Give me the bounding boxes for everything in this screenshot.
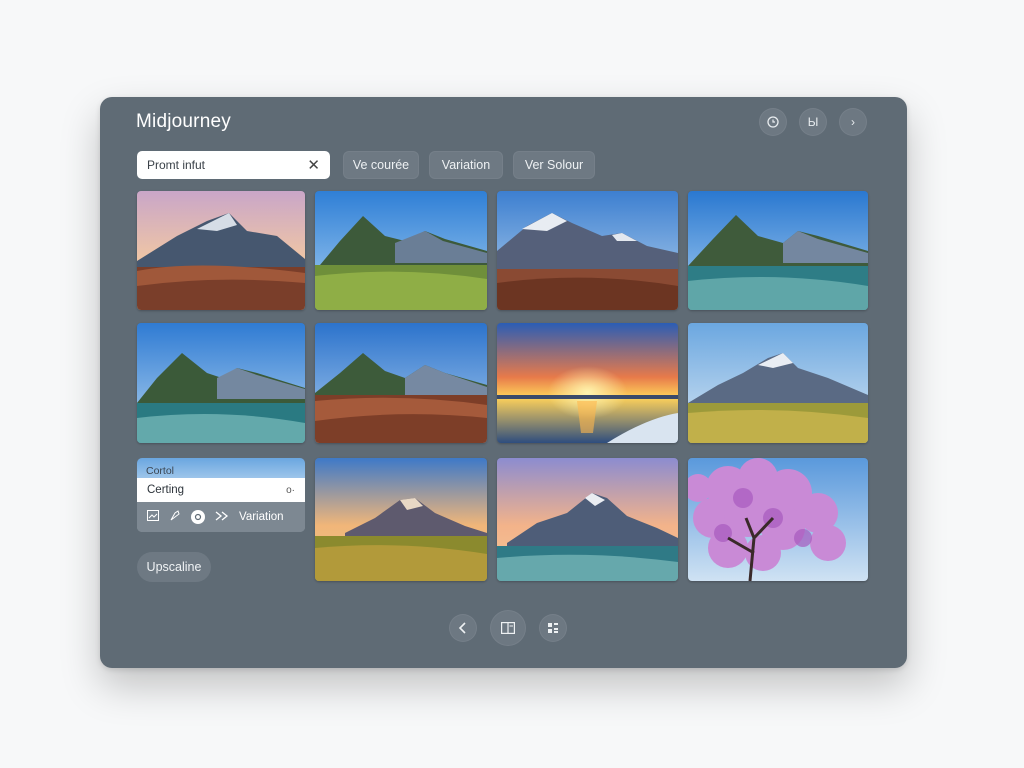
prompt-input[interactable] [147, 158, 297, 172]
chip-variation[interactable]: Variation [429, 151, 503, 179]
info-icon[interactable] [191, 510, 205, 524]
chevron-right-icon[interactable]: › [839, 108, 867, 136]
forward-icon[interactable] [215, 510, 229, 524]
image-tile[interactable] [315, 191, 487, 310]
image-tile[interactable] [315, 458, 487, 581]
image-tile[interactable] [497, 191, 678, 310]
chart-icon[interactable]: Ы [799, 108, 827, 136]
close-icon[interactable]: ✕ [307, 158, 320, 173]
image-tile[interactable] [688, 323, 868, 443]
clock-icon[interactable] [759, 108, 787, 136]
pagination-bar [449, 610, 567, 646]
layout-icon[interactable] [490, 610, 526, 646]
image-tile[interactable] [315, 323, 487, 443]
panel-label: Cortol [146, 465, 175, 477]
image-tile[interactable] [497, 458, 678, 581]
chevron-left-icon[interactable] [449, 614, 477, 642]
chip-ve-couree[interactable]: Ve courée [343, 151, 419, 179]
toggle-icon[interactable]: o· [286, 485, 295, 496]
grid-icon[interactable] [539, 614, 567, 642]
variation-action[interactable]: Variation [239, 511, 284, 523]
image-icon[interactable] [147, 510, 159, 524]
setting-field[interactable]: Certing o· [137, 478, 305, 502]
image-tile[interactable] [137, 191, 305, 310]
upscale-button[interactable]: Upscaline [137, 552, 211, 582]
app-title: Midjourney [136, 111, 231, 132]
setting-field-value: Certing [147, 484, 185, 496]
image-tile[interactable] [497, 323, 678, 443]
header-actions: Ы › [759, 108, 867, 136]
paint-icon[interactable] [169, 510, 181, 524]
panel-toolbar: Variation [137, 502, 305, 532]
prompt-input-box[interactable]: ✕ [137, 151, 330, 179]
control-panel: Cortol Certing o· Variation [137, 458, 305, 532]
chip-ver-solour[interactable]: Ver Solour [513, 151, 595, 179]
image-tile[interactable] [688, 458, 868, 581]
image-tile[interactable] [137, 323, 305, 443]
image-tile[interactable] [688, 191, 868, 310]
app-window: Midjourney Ы › ✕ Ve courée Variation Ver… [100, 97, 907, 668]
